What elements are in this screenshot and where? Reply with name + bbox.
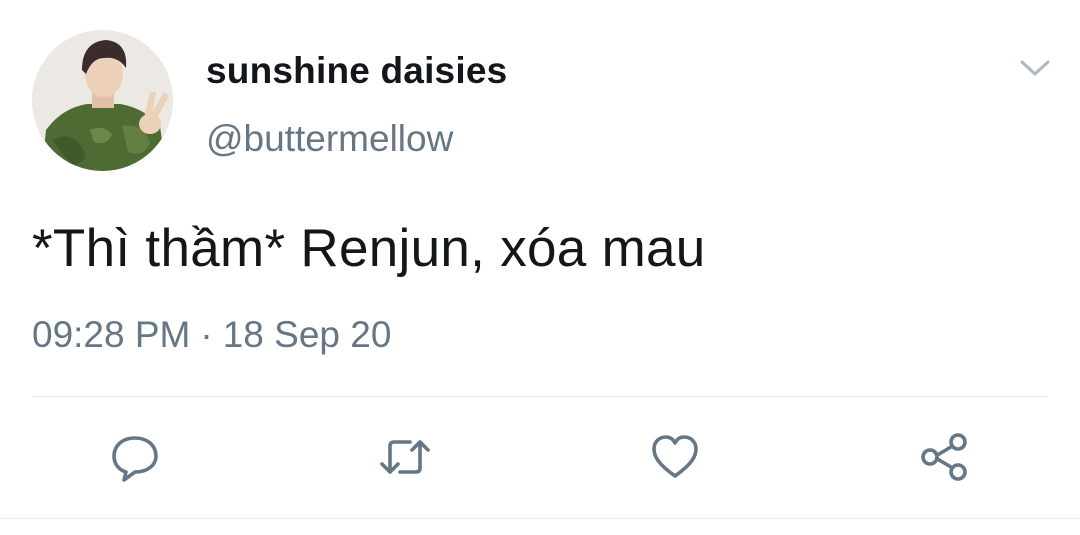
- divider: [32, 396, 1048, 397]
- share-button[interactable]: [910, 422, 980, 492]
- avatar[interactable]: [32, 30, 173, 171]
- retweet-icon: [380, 440, 430, 474]
- more-options-button[interactable]: [1014, 52, 1056, 84]
- tweet-time: 09:28 PM: [32, 314, 191, 355]
- chevron-down-icon: [1020, 60, 1050, 76]
- heart-icon: [652, 435, 698, 478]
- bottom-divider: [0, 518, 1080, 519]
- display-name[interactable]: sunshine daisies: [206, 50, 507, 92]
- reply-button[interactable]: [100, 422, 170, 492]
- tweet-text: *Thì thầm* Renjun, xóa mau: [32, 219, 706, 278]
- tweet-date: 18 Sep 20: [222, 314, 392, 355]
- action-bar: [0, 422, 1080, 492]
- avatar-image: [32, 30, 173, 171]
- tweet-card: sunshine daisies @buttermellow *Thì thầm…: [0, 0, 1080, 535]
- tweet-timestamp[interactable]: 09:28 PM · 18 Sep 20: [32, 314, 391, 356]
- meta-separator: ·: [200, 314, 213, 355]
- retweet-button[interactable]: [370, 422, 440, 492]
- share-icon: [921, 433, 967, 481]
- like-button[interactable]: [640, 422, 710, 492]
- reply-icon: [112, 436, 158, 482]
- user-handle[interactable]: @buttermellow: [206, 118, 453, 160]
